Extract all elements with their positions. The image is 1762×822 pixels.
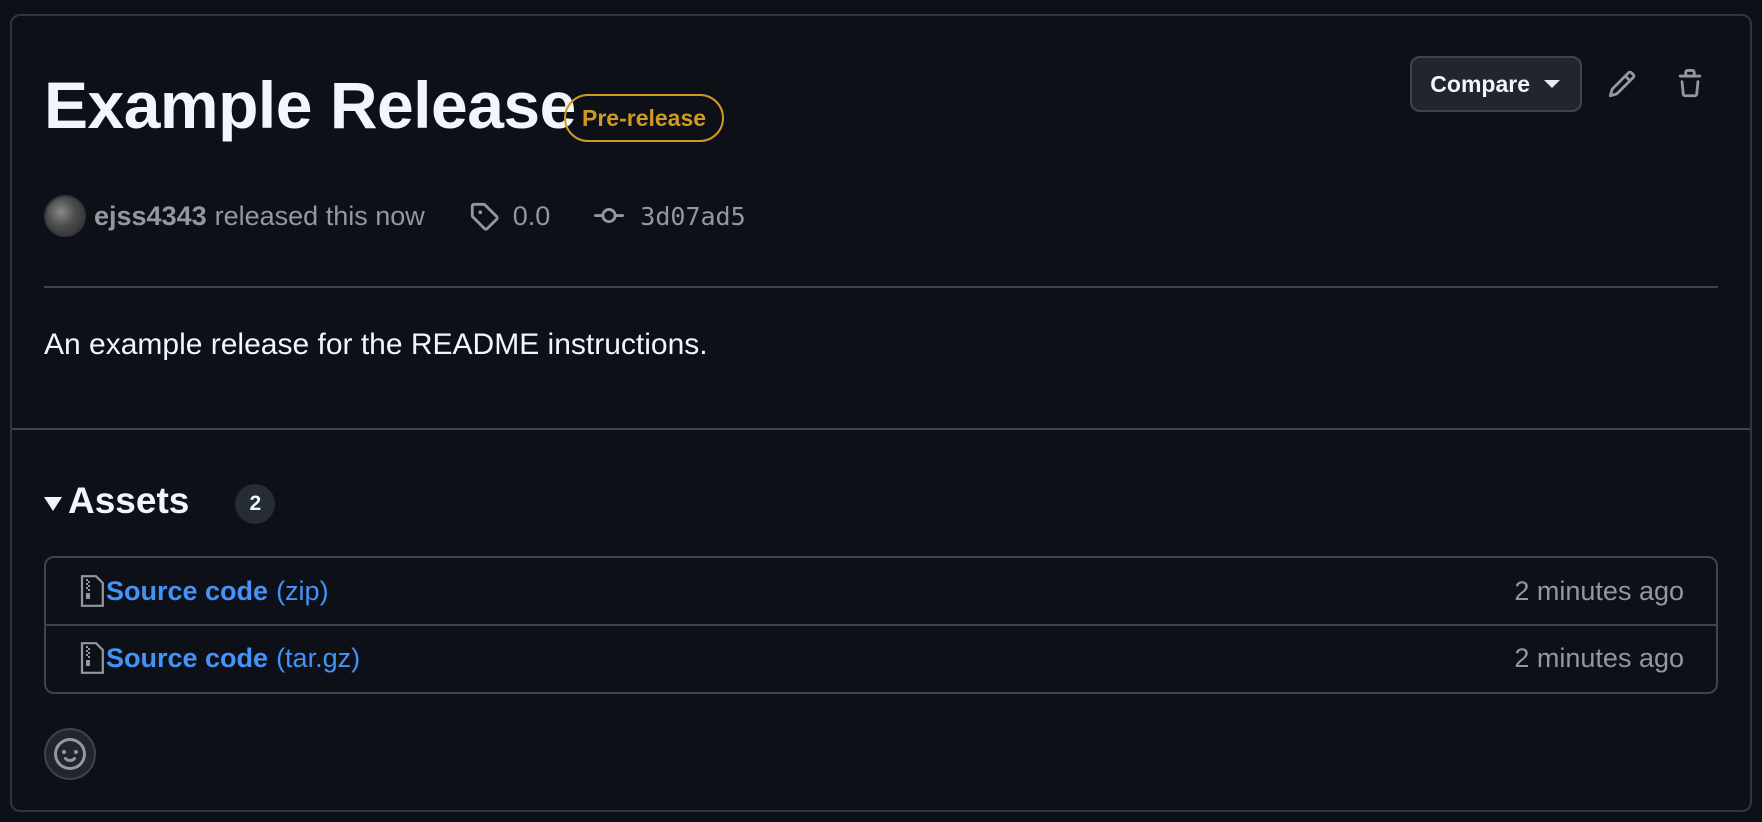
file-zip-icon <box>80 642 104 674</box>
tag-label: 0.0 <box>512 200 551 231</box>
divider <box>44 286 1718 288</box>
file-zip-icon <box>80 575 104 607</box>
asset-ext[interactable]: (tar.gz) <box>276 643 360 674</box>
avatar[interactable] <box>44 195 86 237</box>
edit-button[interactable] <box>1594 56 1650 112</box>
delete-button[interactable] <box>1662 56 1718 112</box>
release-actions: Compare <box>1410 56 1718 112</box>
asset-row: Source code (zip) 2 minutes ago <box>46 558 1716 624</box>
compare-button[interactable]: Compare <box>1410 56 1582 112</box>
release-header: Example Release Pre-release Compare <box>44 56 1718 142</box>
release-title[interactable]: Example Release <box>44 72 576 138</box>
assets-count-badge: 2 <box>235 484 276 524</box>
commit-sha: 3d07ad5 <box>640 201 746 231</box>
asset-link[interactable]: Source code <box>106 643 268 674</box>
commit-link[interactable]: 3d07ad5 <box>594 201 746 231</box>
author-link[interactable]: ejss4343 <box>94 201 207 232</box>
divider <box>12 428 1750 430</box>
asset-time: 2 minutes ago <box>1514 575 1684 606</box>
assets-list: Source code (zip) 2 minutes ago Source c… <box>44 556 1718 694</box>
prerelease-badge: Pre-release <box>564 94 725 142</box>
add-reaction-button[interactable] <box>44 728 96 780</box>
triangle-down-icon <box>44 497 62 511</box>
asset-link[interactable]: Source code <box>106 576 268 607</box>
tag-link[interactable]: 0.0 <box>469 200 551 232</box>
release-meta: ejss4343 released this now 0.0 3d07ad5 <box>44 194 746 238</box>
pencil-icon <box>1608 70 1636 98</box>
trash-icon <box>1678 69 1702 98</box>
assets-toggle[interactable]: Assets 2 <box>44 476 276 526</box>
tag-icon <box>470 202 499 231</box>
release-card: Example Release Pre-release Compare ejss… <box>10 14 1752 812</box>
assets-title: Assets <box>68 480 190 521</box>
released-text: released this now <box>214 200 425 231</box>
smiley-icon <box>54 738 86 770</box>
release-description: An example release for the README instru… <box>44 328 708 361</box>
caret-down-icon <box>1544 80 1560 88</box>
asset-row: Source code (tar.gz) 2 minutes ago <box>46 624 1716 690</box>
git-commit-icon <box>594 208 625 224</box>
compare-label: Compare <box>1430 70 1530 97</box>
asset-ext[interactable]: (zip) <box>276 576 329 607</box>
asset-time: 2 minutes ago <box>1514 642 1684 673</box>
